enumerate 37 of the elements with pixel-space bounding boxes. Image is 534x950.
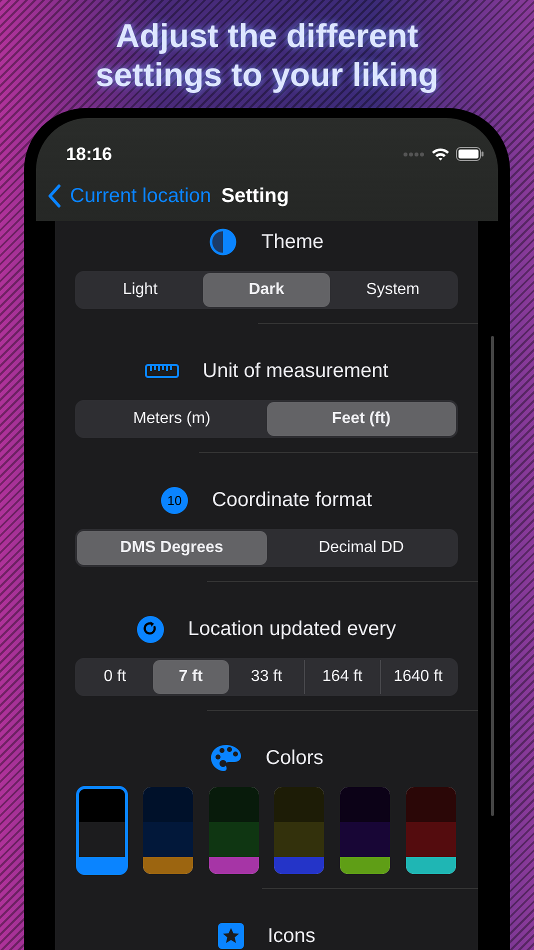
segment-option[interactable]: Feet (ft) xyxy=(266,402,456,436)
back-button[interactable]: Current location xyxy=(48,184,212,208)
status-time: 18:16 xyxy=(66,144,112,164)
segment-option[interactable]: 33 ft xyxy=(228,660,304,694)
ruler-icon xyxy=(144,364,179,378)
segment-option[interactable]: Meters (m) xyxy=(77,402,266,436)
section-title: Location updated every xyxy=(188,618,396,640)
refresh-icon xyxy=(137,616,164,642)
color-swatch[interactable] xyxy=(142,787,193,874)
section-title: Unit of measurement xyxy=(202,360,388,382)
segment-option[interactable]: 7 ft xyxy=(152,660,229,694)
chevron-left-icon xyxy=(48,184,62,208)
wifi-icon xyxy=(431,147,450,161)
segment-option[interactable]: System xyxy=(330,273,456,307)
segment-option[interactable]: DMS Degrees xyxy=(77,531,266,565)
color-swatch[interactable] xyxy=(406,787,456,874)
segment-option[interactable]: Decimal DD xyxy=(266,531,456,565)
segment-option[interactable]: 0 ft xyxy=(77,660,153,694)
color-swatch[interactable] xyxy=(340,787,390,874)
segment-option[interactable]: Light xyxy=(77,273,204,307)
section-title: Colors xyxy=(266,746,324,770)
section-title: Icons xyxy=(268,924,316,948)
number-badge: 10 xyxy=(160,486,188,514)
segment-option[interactable]: 1640 ft xyxy=(380,660,456,694)
battery-icon xyxy=(456,147,484,161)
color-swatch[interactable] xyxy=(208,787,259,874)
color-swatch[interactable] xyxy=(274,787,324,874)
palette-icon xyxy=(210,744,242,772)
segment-option[interactable]: 164 ft xyxy=(304,660,380,694)
headline: Adjust the different settings to your liking xyxy=(94,16,440,94)
segment-option[interactable]: Dark xyxy=(203,273,330,307)
color-swatch[interactable] xyxy=(77,787,127,874)
signal-icon xyxy=(403,152,425,156)
contrast-icon xyxy=(209,228,238,256)
screen-title: Setting xyxy=(221,184,289,208)
section-title: Theme xyxy=(261,230,324,254)
section-title: Coordinate format xyxy=(212,488,372,512)
